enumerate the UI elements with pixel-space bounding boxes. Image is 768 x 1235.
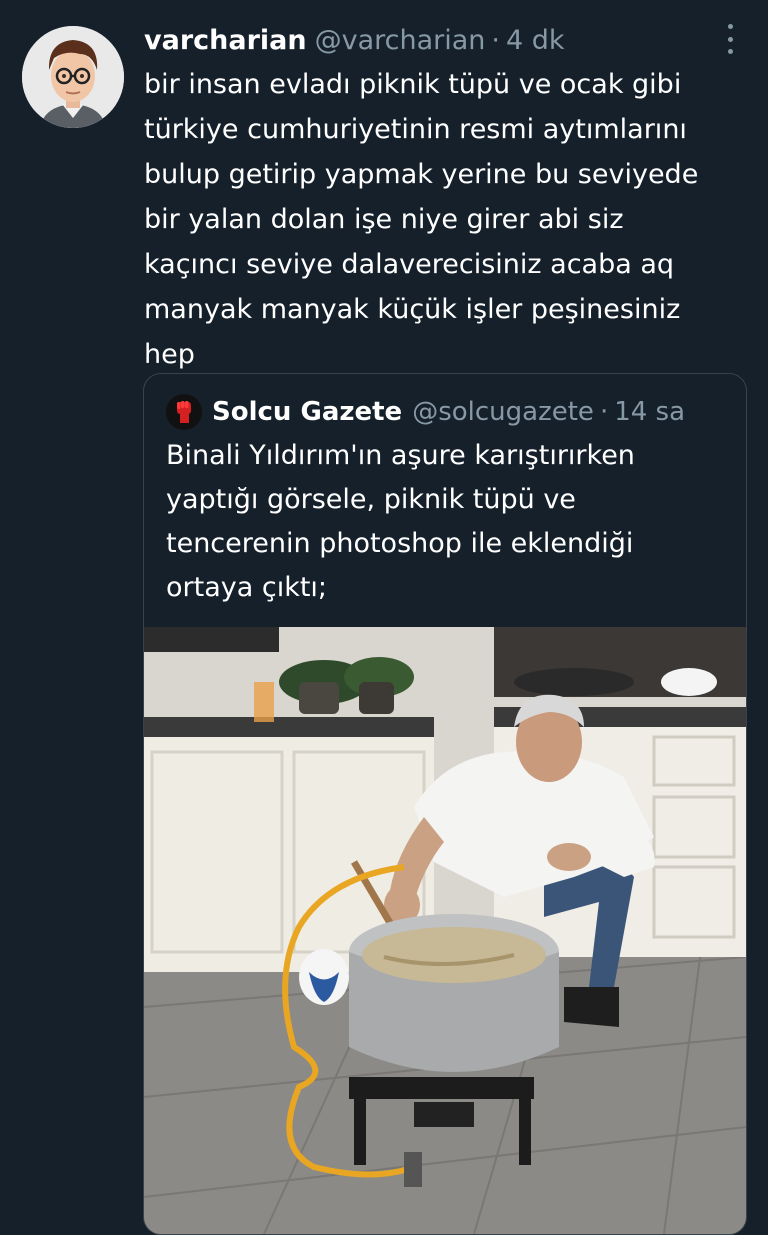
tweet-header: varcharian @varcharian · 4 dk — [144, 20, 748, 60]
fist-logo-icon[interactable] — [166, 394, 202, 430]
quoted-tweet-photo[interactable] — [144, 627, 746, 1234]
author-avatar[interactable] — [22, 26, 124, 128]
quoted-tweet-header: Solcu Gazete @solcugazete · 14 sa — [166, 392, 730, 432]
more-vertical-icon[interactable] — [718, 24, 742, 54]
quoted-tweet-text: Binali Yıldırım'ın aşure karıştırırken y… — [166, 434, 726, 610]
quoted-text-line: Binali Yıldırım'ın aşure karıştırırken — [166, 440, 635, 471]
more-dot — [727, 49, 733, 54]
author-display-name[interactable]: varcharian — [144, 25, 307, 56]
tweet-text-line: hep — [144, 339, 195, 370]
tweet-text-line: türkiye cumhuriyetinin resmi aytımlarını — [144, 114, 687, 145]
more-dot — [727, 36, 733, 42]
avatar-image — [22, 26, 124, 128]
quoted-text-line: ortaya çıktı; — [166, 572, 328, 603]
header-separator: · — [491, 24, 500, 56]
author-handle[interactable]: @varcharian — [315, 25, 486, 56]
quoted-text-line: tencerenin photoshop ile eklendiği — [166, 528, 634, 559]
more-dot — [727, 24, 733, 29]
tweet-text-line: bir insan evladı piknik tüpü ve ocak gib… — [144, 69, 682, 100]
kitchen-photo-illustration — [144, 627, 746, 1234]
quoted-tweet-card[interactable]: Solcu Gazete @solcugazete · 14 sa Binali… — [143, 373, 747, 1235]
quoted-text-line: yaptığı görsele, piknik tüpü ve — [166, 484, 576, 515]
quoted-handle[interactable]: @solcugazete — [412, 397, 594, 427]
quoted-display-name[interactable]: Solcu Gazete — [212, 397, 402, 427]
tweet-timestamp[interactable]: 4 dk — [506, 25, 565, 56]
tweet-text: bir insan evladı piknik tüpü ve ocak gib… — [144, 62, 754, 377]
tweet-text-line: manyak manyak küçük işler peşinesiniz — [144, 294, 681, 325]
quoted-separator: · — [599, 397, 609, 427]
tweet-text-line: kaçıncı seviye dalaverecisiniz acaba aq — [144, 249, 675, 280]
tweet-text-line: bir yalan dolan işe niye girer abi siz — [144, 204, 624, 235]
tweet-text-line: bulup getirip yapmak yerine bu seviyede — [144, 159, 699, 190]
quoted-timestamp[interactable]: 14 sa — [614, 397, 685, 427]
